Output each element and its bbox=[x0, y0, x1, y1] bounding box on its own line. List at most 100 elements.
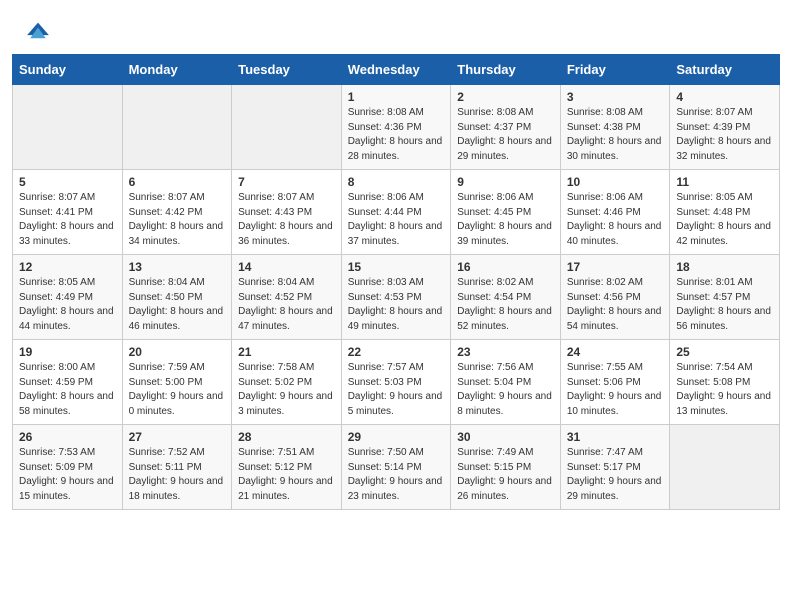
sunset-text: Sunset: 5:17 PM bbox=[567, 462, 641, 473]
day-number: 19 bbox=[19, 345, 116, 359]
daylight-text: Daylight: 8 hours and 42 minutes. bbox=[676, 221, 771, 247]
day-info: Sunrise: 8:06 AMSunset: 4:45 PMDaylight:… bbox=[457, 191, 554, 249]
daylight-text: Daylight: 9 hours and 21 minutes. bbox=[238, 476, 333, 502]
daylight-text: Daylight: 9 hours and 18 minutes. bbox=[129, 476, 224, 502]
sunset-text: Sunset: 4:41 PM bbox=[19, 207, 93, 218]
calendar-cell: 11Sunrise: 8:05 AMSunset: 4:48 PMDayligh… bbox=[670, 170, 780, 255]
day-number: 24 bbox=[567, 345, 664, 359]
daylight-text: Daylight: 9 hours and 10 minutes. bbox=[567, 391, 662, 417]
daylight-text: Daylight: 8 hours and 52 minutes. bbox=[457, 306, 552, 332]
daylight-text: Daylight: 9 hours and 0 minutes. bbox=[129, 391, 224, 417]
sunset-text: Sunset: 5:08 PM bbox=[676, 377, 750, 388]
calendar-cell: 20Sunrise: 7:59 AMSunset: 5:00 PMDayligh… bbox=[122, 340, 232, 425]
daylight-text: Daylight: 8 hours and 54 minutes. bbox=[567, 306, 662, 332]
day-info: Sunrise: 7:53 AM Sunset: 5:09 PM Daylight:… bbox=[19, 446, 116, 504]
sunrise-text: Sunrise: 7:57 AM bbox=[348, 362, 424, 373]
day-number: 30 bbox=[457, 430, 554, 444]
daylight-text: Daylight: 8 hours and 36 minutes. bbox=[238, 221, 333, 247]
calendar-cell: 26Sunrise: 7:53 AMSunset: 5:09 PMDayligh… bbox=[13, 425, 123, 510]
sunset-text: Sunset: 4:59 PM bbox=[19, 377, 93, 388]
sunset-text: Sunset: 4:57 PM bbox=[676, 292, 750, 303]
sunrise-text: Sunrise: 7:56 AM bbox=[457, 362, 533, 373]
day-of-week-header: Wednesday bbox=[341, 55, 451, 85]
sunrise-text: Sunrise: 7:55 AM bbox=[567, 362, 643, 373]
calendar-week-row: 5Sunrise: 8:07 AMSunset: 4:41 PMDaylight… bbox=[13, 170, 780, 255]
sunrise-text: Sunrise: 8:05 AM bbox=[19, 277, 95, 288]
daylight-text: Daylight: 8 hours and 33 minutes. bbox=[19, 221, 114, 247]
sunset-text: Sunset: 4:37 PM bbox=[457, 122, 531, 133]
daylight-text: Daylight: 8 hours and 28 minutes. bbox=[348, 136, 443, 162]
sunset-text: Sunset: 4:48 PM bbox=[676, 207, 750, 218]
daylight-text: Daylight: 9 hours and 23 minutes. bbox=[348, 476, 443, 502]
sunset-text: Sunset: 4:43 PM bbox=[238, 207, 312, 218]
calendar-cell: 17Sunrise: 8:02 AMSunset: 4:56 PMDayligh… bbox=[560, 255, 670, 340]
sunset-text: Sunset: 4:54 PM bbox=[457, 292, 531, 303]
sunrise-text: Sunrise: 7:58 AM bbox=[238, 362, 314, 373]
day-number: 1 bbox=[348, 90, 445, 104]
sunrise-text: Sunrise: 8:00 AM bbox=[19, 362, 95, 373]
sunset-text: Sunset: 4:49 PM bbox=[19, 292, 93, 303]
day-info: Sunrise: 7:57 AMSunset: 5:03 PMDaylight:… bbox=[348, 361, 445, 419]
day-info: Sunrise: 8:07 AMSunset: 4:42 PMDaylight:… bbox=[129, 191, 226, 249]
day-info: Sunrise: 7:47 AMSunset: 5:17 PMDaylight:… bbox=[567, 446, 664, 504]
daylight-text: Daylight: 8 hours and 58 minutes. bbox=[19, 391, 114, 417]
day-info: Sunrise: 8:04 AMSunset: 4:52 PMDaylight:… bbox=[238, 276, 335, 334]
daylight-text: Daylight: 8 hours and 37 minutes. bbox=[348, 221, 443, 247]
sunset-text: Sunset: 4:42 PM bbox=[129, 207, 203, 218]
sunrise-text: Sunrise: 7:59 AM bbox=[129, 362, 205, 373]
sunset-text: Sunset: 5:14 PM bbox=[348, 462, 422, 473]
sunrise-text: Sunrise: 8:08 AM bbox=[567, 107, 643, 118]
calendar-week-row: 19 Sunrise: 8:00 AM Sunset: 4:59 PM Dayligh… bbox=[13, 340, 780, 425]
sunset-text: Sunset: 5:04 PM bbox=[457, 377, 531, 388]
calendar-cell: 28Sunrise: 7:51 AMSunset: 5:12 PMDayligh… bbox=[232, 425, 342, 510]
day-number: 18 bbox=[676, 260, 773, 274]
day-info: Sunrise: 7:54 AM Sunset: 5:08 PM Daylight:… bbox=[676, 361, 773, 419]
calendar-cell: 25Sunrise: 7:54 AMSunset: 5:08 PMDayligh… bbox=[670, 340, 780, 425]
daylight-text: Daylight: 9 hours and 29 minutes. bbox=[567, 476, 662, 502]
sunrise-text: Sunrise: 8:05 AM bbox=[676, 192, 752, 203]
sunset-text: Sunset: 5:15 PM bbox=[457, 462, 531, 473]
day-number: 10 bbox=[567, 175, 664, 189]
day-info: Sunrise: 8:07 AM Sunset: 4:43 PM Daylight:… bbox=[238, 191, 335, 249]
daylight-text: Daylight: 8 hours and 32 minutes. bbox=[676, 136, 771, 162]
calendar-cell: 24 Sunrise: 7:55 AMSunset: 5:06 PMDayligh… bbox=[560, 340, 670, 425]
sunset-text: Sunset: 5:09 PM bbox=[19, 462, 93, 473]
day-info: Sunrise: 7:55 AMSunset: 5:06 PMDaylight:… bbox=[567, 361, 664, 419]
calendar-cell: 6Sunrise: 8:07 AMSunset: 4:42 PMDaylight… bbox=[122, 170, 232, 255]
daylight-text: Daylight: 8 hours and 40 minutes. bbox=[567, 221, 662, 247]
calendar-cell: 29Sunrise: 7:50 AMSunset: 5:14 PMDayligh… bbox=[341, 425, 451, 510]
daylight-text: Daylight: 9 hours and 13 minutes. bbox=[676, 391, 771, 417]
day-info: Sunrise: 8:07 AMSunset: 4:41 PMDaylight:… bbox=[19, 191, 116, 249]
calendar-cell: 12 Sunrise: 8:05 AM Sunset: 4:49 PM Dayligh… bbox=[13, 255, 123, 340]
day-info: Sunrise: 7:59 AMSunset: 5:00 PMDaylight:… bbox=[129, 361, 226, 419]
daylight-text: Daylight: 8 hours and 47 minutes. bbox=[238, 306, 333, 332]
day-number: 9 bbox=[457, 175, 554, 189]
sunset-text: Sunset: 4:52 PM bbox=[238, 292, 312, 303]
logo-icon bbox=[24, 18, 52, 46]
day-number: 22 bbox=[348, 345, 445, 359]
day-number: 5 bbox=[19, 175, 116, 189]
calendar-cell: 23Sunrise: 7:56 AMSunset: 5:04 PMDayligh… bbox=[451, 340, 561, 425]
calendar-cell bbox=[122, 85, 232, 170]
day-number: 27 bbox=[129, 430, 226, 444]
daylight-text: Daylight: 9 hours and 15 minutes. bbox=[19, 476, 114, 502]
sunset-text: Sunset: 4:39 PM bbox=[676, 122, 750, 133]
daylight-text: Daylight: 8 hours and 29 minutes. bbox=[457, 136, 552, 162]
daylight-text: Daylight: 8 hours and 56 minutes. bbox=[676, 306, 771, 332]
sunrise-text: Sunrise: 8:04 AM bbox=[129, 277, 205, 288]
day-info: Sunrise: 7:56 AMSunset: 5:04 PMDaylight:… bbox=[457, 361, 554, 419]
sunrise-text: Sunrise: 7:54 AM bbox=[676, 362, 752, 373]
calendar-cell: 27Sunrise: 7:52 AMSunset: 5:11 PMDayligh… bbox=[122, 425, 232, 510]
sunrise-text: Sunrise: 8:07 AM bbox=[238, 192, 314, 203]
day-number: 15 bbox=[348, 260, 445, 274]
day-info: Sunrise: 8:03 AMSunset: 4:53 PMDaylight:… bbox=[348, 276, 445, 334]
sunrise-text: Sunrise: 7:53 AM bbox=[19, 447, 95, 458]
daylight-text: Daylight: 8 hours and 44 minutes. bbox=[19, 306, 114, 332]
calendar-cell: 9 Sunrise: 8:06 AMSunset: 4:45 PMDaylight… bbox=[451, 170, 561, 255]
day-number: 12 bbox=[19, 260, 116, 274]
day-number: 28 bbox=[238, 430, 335, 444]
sunset-text: Sunset: 5:11 PM bbox=[129, 462, 202, 473]
day-number: 16 bbox=[457, 260, 554, 274]
day-number: 14 bbox=[238, 260, 335, 274]
calendar-cell bbox=[13, 85, 123, 170]
